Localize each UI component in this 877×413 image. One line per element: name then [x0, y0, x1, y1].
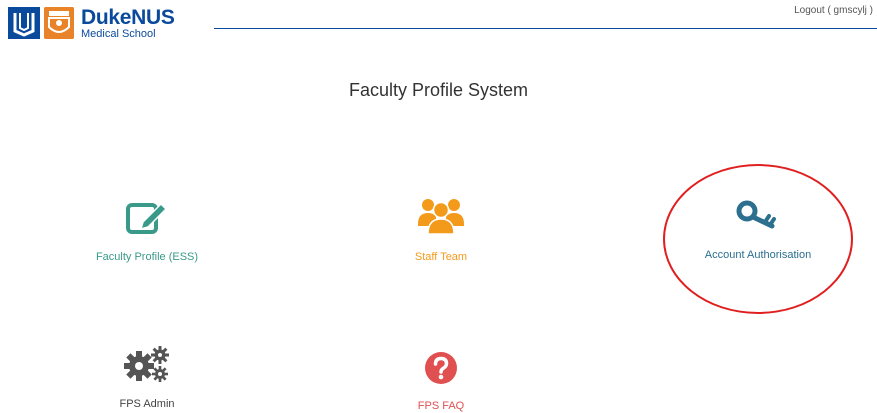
dukenus-logo[interactable]: DukeNUS Medical School — [8, 7, 175, 41]
logo-title: DukeNUS — [81, 7, 175, 28]
header-divider — [214, 28, 877, 29]
logo-subtitle: Medical School — [81, 28, 156, 40]
users-icon — [331, 196, 551, 241]
logout-link[interactable]: Logout ( gmscylj ) — [794, 5, 873, 16]
logo-title-duke: Duke — [81, 6, 132, 29]
tile-label: FPS Admin — [119, 398, 175, 410]
question-icon — [331, 351, 551, 390]
tile-label: Faculty Profile (ESS) — [95, 251, 199, 263]
header: DukeNUS Medical School Logout ( gmscylj … — [0, 0, 877, 46]
logo-title-nus: NUS — [131, 6, 175, 29]
page-title: Faculty Profile System — [348, 80, 529, 100]
logo-text: DukeNUS Medical School — [81, 7, 175, 40]
key-icon — [648, 198, 868, 239]
tile-account-authorisation[interactable]: Account Authorisation — [648, 198, 868, 261]
tile-label: Account Authorisation — [704, 249, 812, 261]
edit-icon — [37, 198, 257, 241]
tile-label: Staff Team — [414, 251, 468, 263]
tile-fps-admin[interactable]: FPS Admin — [37, 345, 257, 410]
tile-fps-faq[interactable]: FPS FAQ — [331, 351, 551, 412]
nus-seal-icon — [44, 7, 74, 39]
duke-shield-icon — [8, 7, 40, 39]
tile-faculty-profile-ess[interactable]: Faculty Profile (ESS) — [37, 198, 257, 263]
gears-icon — [37, 345, 257, 388]
tile-staff-team[interactable]: Staff Team — [331, 196, 551, 263]
tile-label: FPS FAQ — [417, 400, 465, 412]
